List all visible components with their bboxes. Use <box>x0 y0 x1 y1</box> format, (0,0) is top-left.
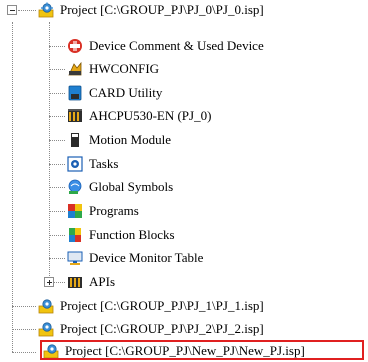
tree-item-motion-module[interactable]: Motion Module <box>67 130 171 150</box>
motion-module-icon <box>67 132 83 148</box>
tasks-icon <box>67 156 83 172</box>
tree-line <box>18 10 36 11</box>
project-tree: Project [C:\GROUP_PJ\PJ_0\PJ_0.isp] Devi… <box>0 0 368 362</box>
tree-line <box>49 93 65 94</box>
tree-item-cpu[interactable]: AHCPU530-EN (PJ_0) <box>67 106 211 126</box>
tree-line <box>54 282 65 283</box>
device-monitor-table-icon <box>67 250 83 266</box>
expand-toggle[interactable] <box>44 277 54 287</box>
tree-item-label: Global Symbols <box>89 179 174 194</box>
function-blocks-icon <box>67 227 83 243</box>
tree-item-device-comment[interactable]: Device Comment & Used Device <box>67 36 264 56</box>
tree-item-label: Project [C:\GROUP_PJ\PJ_0\PJ_0.isp] <box>60 2 264 17</box>
device-comment-icon <box>67 38 83 54</box>
tree-item-label: Project [C:\GROUP_PJ\PJ_1\PJ_1.isp] <box>60 298 264 313</box>
tree-item-tasks[interactable]: Tasks <box>67 154 118 174</box>
tree-item-project-pj0[interactable]: Project [C:\GROUP_PJ\PJ_0\PJ_0.isp] <box>38 0 264 20</box>
tree-item-label: Device Comment & Used Device <box>89 38 264 53</box>
project-gear-icon <box>38 2 54 18</box>
tree-item-project-pj2[interactable]: Project [C:\GROUP_PJ\PJ_2\PJ_2.isp] <box>38 319 264 339</box>
tree-item-apis[interactable]: APIs <box>67 272 115 292</box>
tree-line <box>49 69 65 70</box>
tree-item-programs[interactable]: Programs <box>67 201 139 221</box>
tree-line <box>49 258 65 259</box>
tree-line <box>12 306 36 307</box>
project-gear-icon <box>38 298 54 314</box>
tree-line <box>12 329 36 330</box>
tree-item-function-blocks[interactable]: Function Blocks <box>67 225 175 245</box>
collapse-toggle[interactable] <box>7 5 17 15</box>
tree-item-label: Programs <box>89 203 139 218</box>
tree-item-label: Function Blocks <box>89 227 175 242</box>
tree-line <box>49 235 65 236</box>
tree-line <box>49 46 65 47</box>
hwconfig-icon <box>67 61 83 77</box>
highlight-box <box>40 340 364 360</box>
tree-item-label: Device Monitor Table <box>89 250 204 265</box>
cpu-module-icon <box>67 108 83 124</box>
global-symbols-icon <box>67 179 83 195</box>
tree-line <box>12 22 13 352</box>
tree-item-hwconfig[interactable]: HWCONFIG <box>67 59 159 79</box>
project-gear-icon <box>38 321 54 337</box>
tree-line <box>49 211 65 212</box>
tree-item-label: Tasks <box>89 156 119 171</box>
tree-line <box>49 164 65 165</box>
tree-line <box>49 116 65 117</box>
tree-item-label: CARD Utility <box>89 85 163 100</box>
tree-line <box>12 352 36 353</box>
tree-line <box>49 22 50 284</box>
programs-icon <box>67 203 83 219</box>
tree-item-card-utility[interactable]: CARD Utility <box>67 83 162 103</box>
tree-line <box>49 187 65 188</box>
tree-item-project-pj1[interactable]: Project [C:\GROUP_PJ\PJ_1\PJ_1.isp] <box>38 296 264 316</box>
tree-item-label: Project [C:\GROUP_PJ\PJ_2\PJ_2.isp] <box>60 321 264 336</box>
tree-line <box>49 140 65 141</box>
tree-item-label: AHCPU530-EN (PJ_0) <box>89 108 212 123</box>
card-utility-icon <box>67 85 83 101</box>
tree-item-label: HWCONFIG <box>89 61 160 76</box>
tree-item-global-symbols[interactable]: Global Symbols <box>67 177 173 197</box>
tree-item-label: Motion Module <box>89 132 171 147</box>
apis-icon <box>67 274 83 290</box>
tree-item-label: APIs <box>89 274 116 289</box>
tree-item-device-monitor-table[interactable]: Device Monitor Table <box>67 248 203 268</box>
